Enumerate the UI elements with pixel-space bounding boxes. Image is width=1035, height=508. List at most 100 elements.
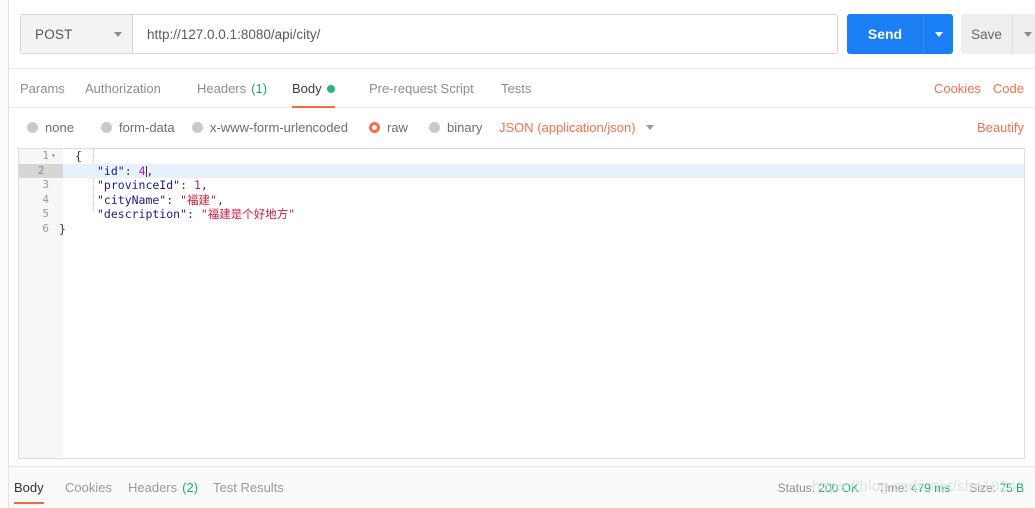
- tab-label: Pre-request Script: [369, 81, 474, 96]
- json-comma: ,: [200, 178, 208, 193]
- json-comma: ,: [216, 192, 224, 207]
- line-number: 6: [42, 221, 49, 235]
- response-meta: Status: 200 OK Time: 479 ms Size: 75 B: [778, 467, 1024, 508]
- tab-body[interactable]: Body: [292, 69, 335, 108]
- line-code: "id": 4,: [97, 164, 153, 179]
- request-body-editor[interactable]: 1 ▾ { 2 "id": 4, 3 "provinceId": 1, 4 "c…: [18, 148, 1025, 459]
- json-value: "福建": [180, 192, 217, 207]
- time-value: 479 ms: [910, 480, 951, 495]
- send-options-button[interactable]: [923, 14, 953, 54]
- json-comma: ,: [146, 163, 154, 178]
- tab-authorization[interactable]: Authorization: [85, 69, 161, 108]
- body-type-none[interactable]: none: [27, 108, 74, 146]
- content-type-label: JSON (application/json): [499, 119, 636, 135]
- editor-line: 4 "cityName": "福建",: [19, 193, 1024, 208]
- save-options-button[interactable]: [1012, 14, 1035, 54]
- tab-label: Body: [14, 480, 44, 495]
- json-value: "福建是个好地方": [200, 207, 296, 222]
- request-tab-bar: Params Authorization Headers (1) Body Pr…: [9, 69, 1035, 108]
- line-number: 4: [42, 192, 49, 206]
- tab-headers[interactable]: Headers (1): [197, 69, 267, 108]
- body-type-label: form-data: [119, 119, 175, 135]
- line-code: }: [59, 222, 66, 237]
- save-button[interactable]: Save: [961, 14, 1012, 54]
- fold-arrow-icon[interactable]: ▾: [51, 149, 61, 164]
- body-type-form-data[interactable]: form-data: [101, 108, 175, 146]
- line-code: {: [75, 149, 82, 164]
- radio-icon: [192, 121, 203, 133]
- body-type-label: none: [45, 119, 74, 135]
- response-tab-headers[interactable]: Headers (2): [128, 467, 198, 508]
- status-label: Status:: [777, 480, 815, 495]
- editor-line-active: 2 "id": 4,: [19, 163, 1024, 179]
- tab-label: Cookies: [65, 480, 112, 495]
- body-type-urlencoded[interactable]: x-www-form-urlencoded: [192, 108, 348, 146]
- radio-icon: [101, 121, 112, 133]
- line-number: 2: [19, 163, 63, 179]
- chevron-down-icon: [645, 124, 654, 130]
- body-modified-dot-icon: [326, 84, 335, 93]
- beautify-button[interactable]: Beautify: [977, 108, 1024, 146]
- url-bar: POST http://127.0.0.1:8080/api/city/ Sen…: [9, 0, 1035, 69]
- response-tab-cookies[interactable]: Cookies: [65, 467, 112, 508]
- json-key: "id": [97, 163, 125, 178]
- size-label: Size:: [969, 480, 996, 495]
- content-type-select[interactable]: JSON (application/json): [499, 108, 654, 146]
- json-value: 4: [138, 163, 146, 178]
- editor-line: 5 "description": "福建是个好地方": [19, 207, 1024, 222]
- line-code: "cityName": "福建",: [97, 193, 224, 208]
- line-number: 5: [42, 207, 49, 221]
- send-button[interactable]: Send: [847, 14, 923, 54]
- http-method-label: POST: [35, 26, 73, 42]
- code-link[interactable]: Code: [993, 81, 1024, 96]
- response-bar: Body Cookies Headers (2) Test Results St…: [9, 466, 1035, 508]
- tab-label: Authorization: [85, 81, 161, 96]
- body-type-raw[interactable]: raw: [369, 108, 408, 146]
- tab-label: Test Results: [213, 480, 284, 495]
- chevron-down-icon: [114, 31, 122, 37]
- radio-icon: [429, 121, 440, 133]
- postman-window: POST http://127.0.0.1:8080/api/city/ Sen…: [0, 0, 1035, 508]
- left-rail: [0, 0, 9, 508]
- tab-label: Headers: [128, 480, 178, 495]
- response-tab-body[interactable]: Body: [14, 467, 44, 508]
- chevron-down-icon: [934, 31, 943, 37]
- tab-label: Tests: [501, 81, 532, 96]
- tab-label: Params: [20, 81, 65, 96]
- time-group: Time: 479 ms: [878, 481, 950, 495]
- json-colon: :: [187, 207, 201, 222]
- json-colon: :: [180, 178, 194, 193]
- editor-line: 1 ▾ {: [19, 149, 1024, 164]
- json-brace-open: {: [75, 149, 82, 163]
- json-key: "provinceId": [97, 178, 181, 193]
- request-corner-links: Cookies Code: [934, 69, 1024, 108]
- send-button-group: Send: [847, 14, 953, 54]
- tab-label: Headers: [197, 81, 247, 96]
- tab-count: (2): [182, 480, 199, 495]
- tab-pre-request-script[interactable]: Pre-request Script: [369, 69, 474, 108]
- json-brace-close: }: [59, 221, 66, 236]
- json-key: "cityName": [97, 192, 167, 207]
- url-input-group: POST http://127.0.0.1:8080/api/city/: [20, 14, 838, 54]
- json-colon: :: [166, 192, 181, 207]
- body-type-binary[interactable]: binary: [429, 108, 482, 146]
- status-value: 200 OK: [818, 480, 860, 495]
- line-code: "description": "福建是个好地方": [97, 207, 295, 222]
- response-tab-test-results[interactable]: Test Results: [213, 467, 284, 508]
- size-group: Size: 75 B: [969, 481, 1024, 495]
- radio-icon: [27, 121, 38, 133]
- json-colon: :: [124, 163, 139, 178]
- time-label: Time:: [878, 480, 908, 495]
- json-key: "description": [97, 207, 188, 222]
- json-value: 1: [193, 178, 201, 193]
- editor-line: 6 }: [19, 222, 1024, 237]
- request-url-input[interactable]: http://127.0.0.1:8080/api/city/: [133, 15, 837, 53]
- tab-params[interactable]: Params: [20, 69, 65, 108]
- http-method-select[interactable]: POST: [21, 15, 133, 53]
- tab-tests[interactable]: Tests: [501, 69, 531, 108]
- line-code: "provinceId": 1,: [97, 178, 208, 193]
- editor-code-area[interactable]: 1 ▾ { 2 "id": 4, 3 "provinceId": 1, 4 "c…: [19, 149, 1024, 458]
- body-type-label: raw: [387, 119, 408, 135]
- line-number: 1: [42, 149, 49, 162]
- cookies-link[interactable]: Cookies: [934, 81, 981, 96]
